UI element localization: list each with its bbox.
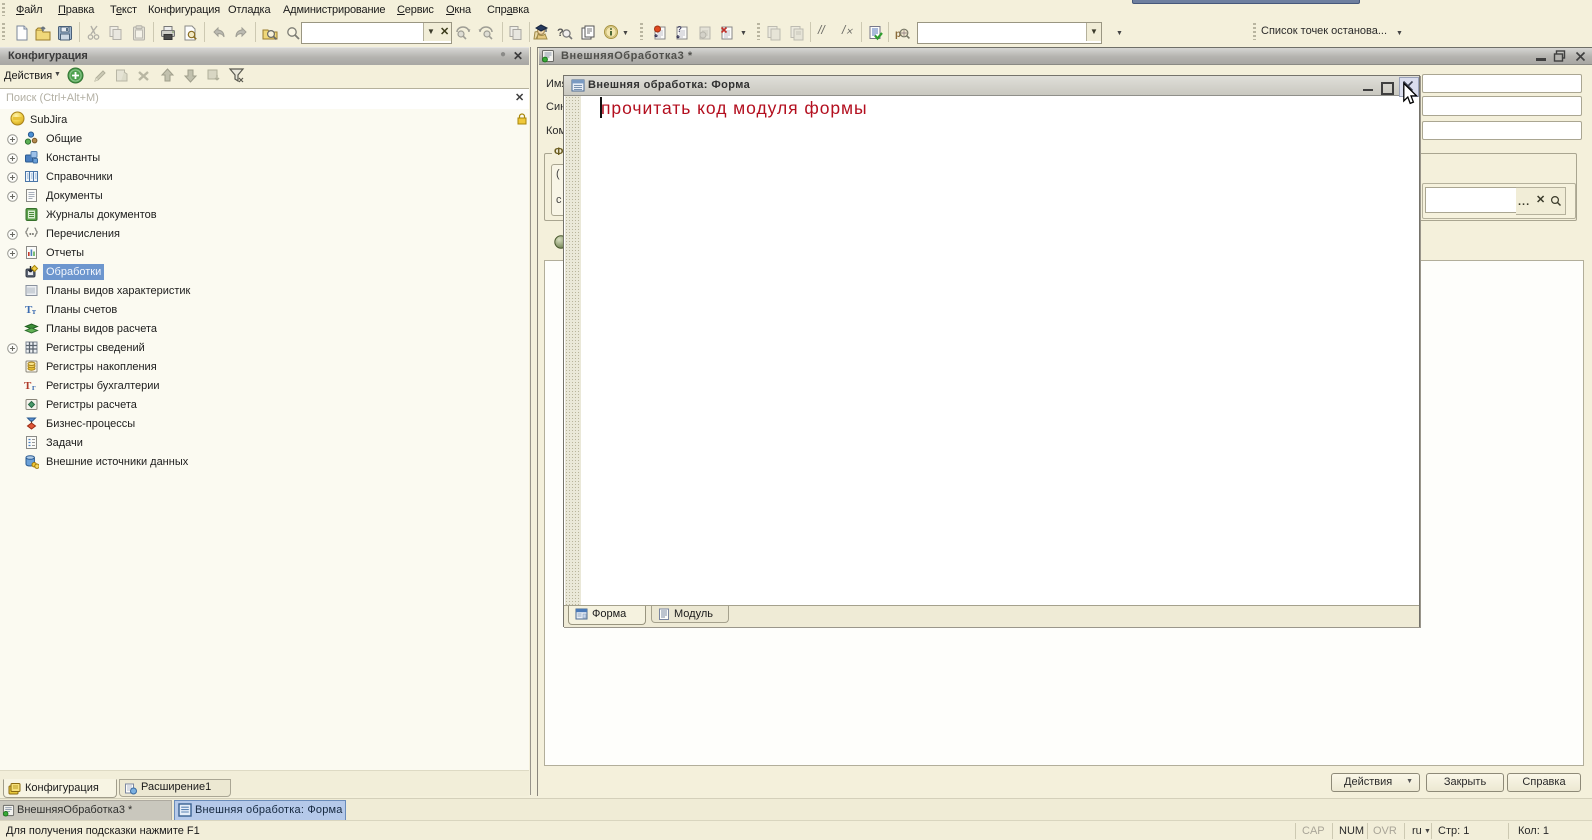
svg-text:г: г: [32, 383, 36, 392]
svg-text:т: т: [32, 307, 36, 316]
svg-text:?: ?: [677, 25, 682, 34]
svg-text:T: T: [24, 380, 32, 392]
